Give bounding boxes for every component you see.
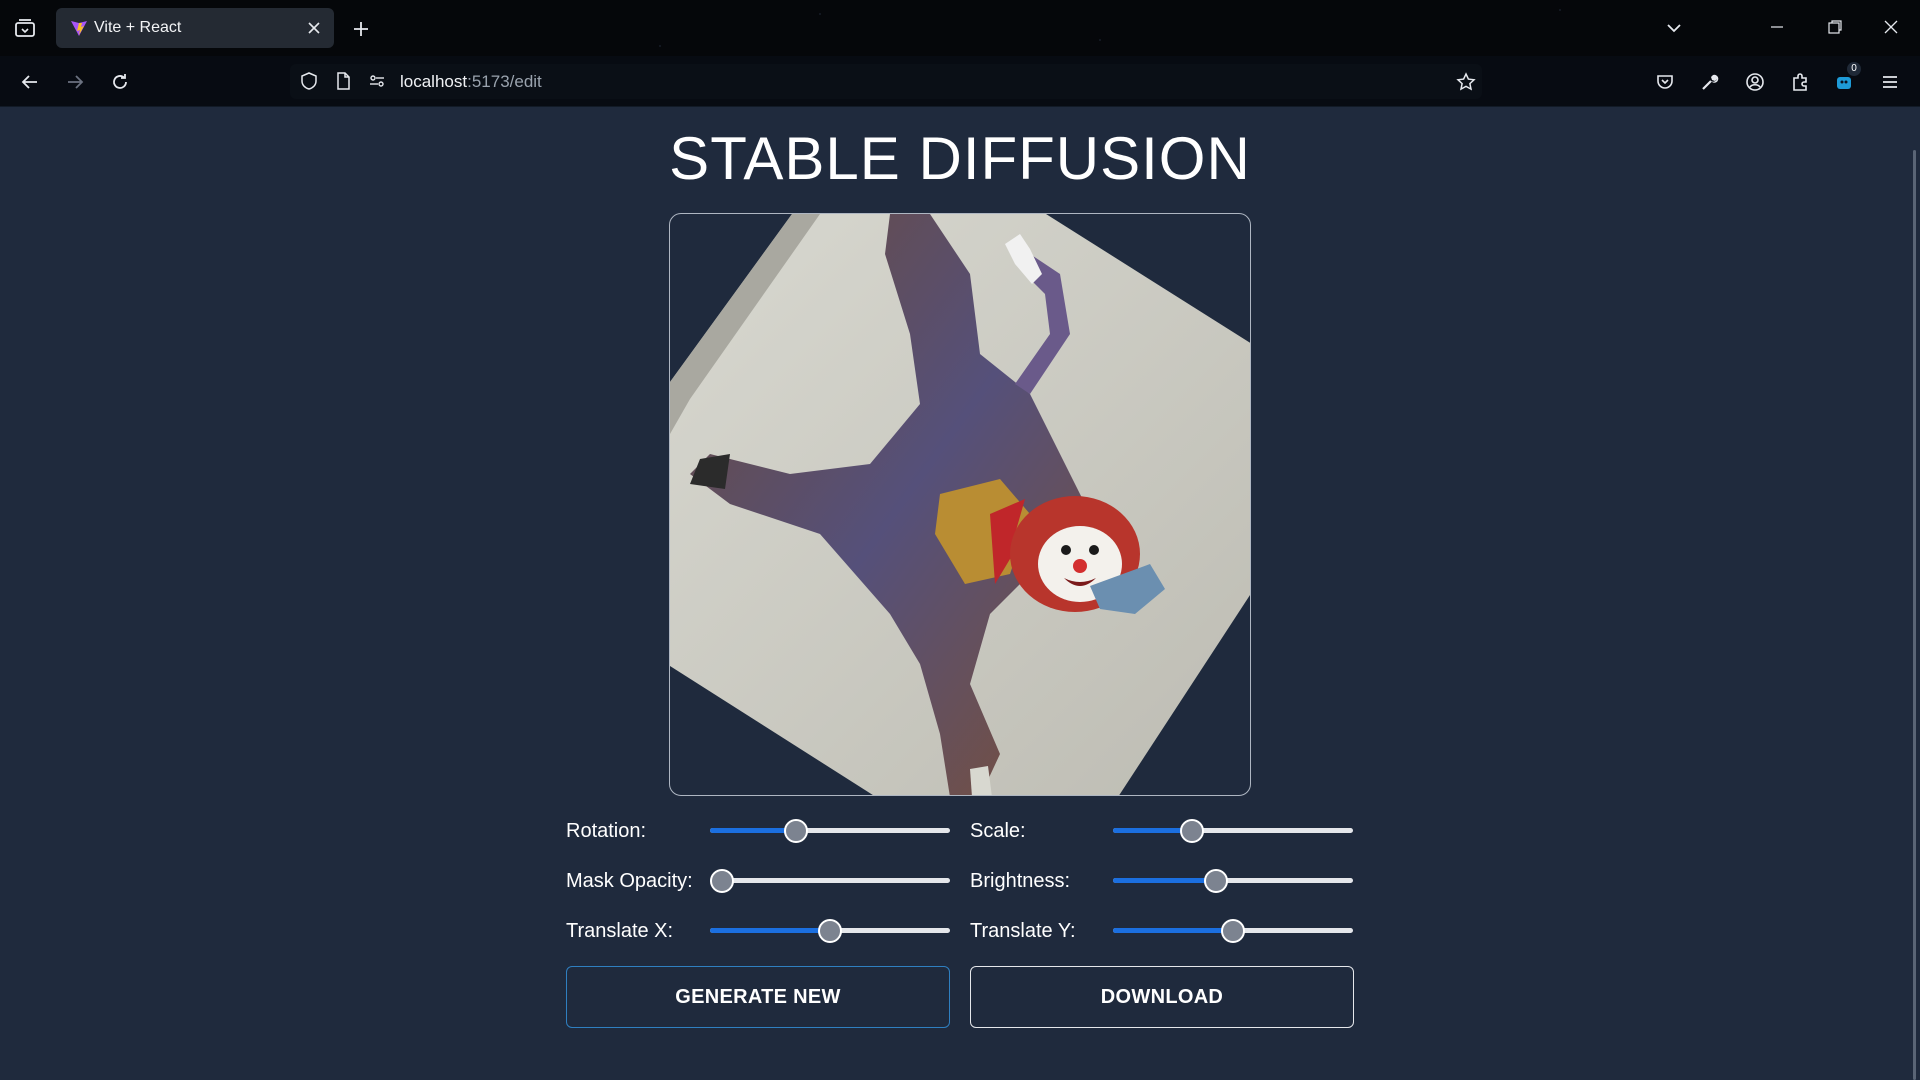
star-icon[interactable] xyxy=(1454,70,1478,94)
tab-list-icon[interactable] xyxy=(12,16,38,42)
extension-badge: 0 xyxy=(1847,62,1861,76)
hamburger-icon[interactable] xyxy=(1876,68,1904,96)
generate-new-button[interactable]: GENERATE NEW xyxy=(566,966,950,1028)
puzzle-icon[interactable] xyxy=(1786,68,1814,96)
url-host: localhost xyxy=(400,72,468,91)
slider-fill xyxy=(1113,928,1233,933)
scale-slider[interactable] xyxy=(1113,816,1353,844)
url-text[interactable]: localhost:5173/edit xyxy=(400,72,542,92)
arrow-left-icon[interactable] xyxy=(16,68,44,96)
scale-label: Scale: xyxy=(970,820,1026,842)
permissions-icon[interactable] xyxy=(366,70,388,92)
slider-fill xyxy=(1113,878,1217,883)
slider-fill xyxy=(710,928,830,933)
clown-image xyxy=(670,214,1250,795)
brightness-label: Brightness: xyxy=(970,870,1071,892)
shield-icon[interactable] xyxy=(298,70,320,92)
rotation-slider[interactable] xyxy=(710,816,950,844)
rotation-label: Rotation: xyxy=(566,820,647,842)
restore-icon[interactable] xyxy=(1820,12,1850,42)
close-icon[interactable] xyxy=(302,16,326,40)
tab-title: Vite + React xyxy=(94,19,182,36)
image-canvas[interactable] xyxy=(669,213,1251,796)
slider-thumb[interactable] xyxy=(1221,919,1245,943)
page-scrollbar[interactable] xyxy=(1913,150,1916,1080)
mask-opacity-slider[interactable] xyxy=(710,866,950,894)
pocket-icon[interactable] xyxy=(1651,68,1679,96)
tab-active[interactable]: Vite + React xyxy=(56,8,334,48)
reload-icon[interactable] xyxy=(106,68,134,96)
chevron-down-icon[interactable] xyxy=(1660,14,1688,42)
navigation-bar: localhost:5173/edit xyxy=(0,56,1920,107)
slider-thumb[interactable] xyxy=(784,819,809,843)
download-button[interactable]: DOWNLOAD xyxy=(970,966,1354,1028)
address-bar[interactable]: localhost:5173/edit xyxy=(290,64,1482,99)
page-title: STABLE DIFFUSION xyxy=(669,125,1251,192)
url-path: :5173/edit xyxy=(467,72,542,91)
slider-thumb[interactable] xyxy=(710,869,734,893)
wrench-icon[interactable] xyxy=(1696,68,1724,96)
window-close-icon[interactable] xyxy=(1876,12,1906,42)
translate-x-label: Translate X: xyxy=(566,920,674,942)
translate-y-slider[interactable] xyxy=(1113,916,1353,944)
plus-icon[interactable] xyxy=(348,16,374,42)
page-icon[interactable] xyxy=(332,70,354,92)
slider-thumb[interactable] xyxy=(1204,869,1229,893)
arrow-right-icon[interactable] xyxy=(61,68,89,96)
minimize-icon[interactable] xyxy=(1762,12,1792,42)
brightness-slider[interactable] xyxy=(1113,866,1353,894)
translate-y-label: Translate Y: xyxy=(970,920,1076,942)
mask-opacity-label: Mask Opacity: xyxy=(566,870,693,892)
slider-track xyxy=(710,878,950,883)
slider-thumb[interactable] xyxy=(818,919,842,943)
account-icon[interactable] xyxy=(1741,68,1769,96)
slider-thumb[interactable] xyxy=(1180,819,1205,843)
vite-logo-icon xyxy=(70,19,88,37)
translate-x-slider[interactable] xyxy=(710,916,950,944)
tab-strip: Vite + React xyxy=(0,0,1920,56)
